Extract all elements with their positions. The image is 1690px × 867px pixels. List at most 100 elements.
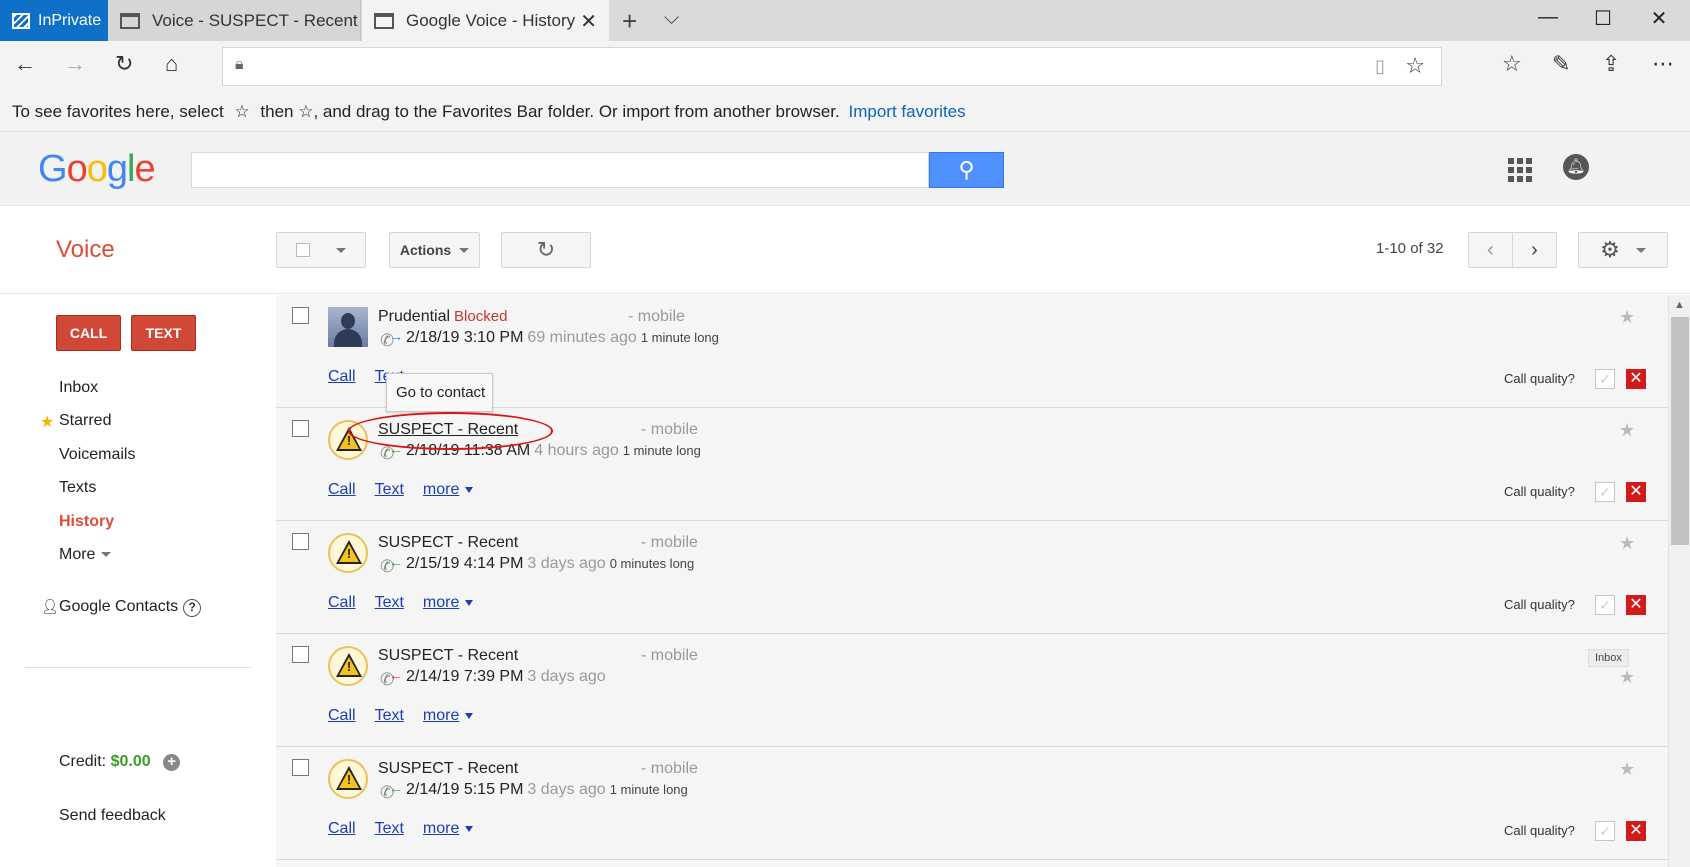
more-caret-icon[interactable] (465, 486, 474, 493)
address-bar[interactable]: 🔒︎ ▯ ☆ (222, 47, 1442, 86)
text-link[interactable]: Text (375, 594, 404, 611)
row-checkbox[interactable] (292, 420, 309, 437)
text-link[interactable]: Text (375, 707, 404, 724)
help-icon[interactable]: ? (183, 599, 202, 617)
import-favorites-link[interactable]: Import favorites (848, 102, 965, 121)
star-icon[interactable]: ★ (1619, 667, 1635, 688)
select-all-button[interactable] (276, 232, 366, 268)
maximize-icon[interactable]: ☐ (1578, 6, 1628, 31)
pen-notes-icon[interactable]: ✎ (1552, 51, 1570, 77)
home-icon[interactable]: ⌂ (165, 51, 178, 77)
google-contacts-link[interactable]: Google Contacts? (59, 598, 202, 617)
text-link[interactable]: Text (375, 820, 404, 837)
quality-bad-x-icon[interactable]: ✕ (1626, 821, 1646, 841)
call-received-icon: ✆ ← (380, 441, 403, 463)
forward-arrow-icon[interactable]: → (64, 51, 86, 77)
list-scrollbar[interactable]: ▲ (1668, 295, 1690, 867)
search-button[interactable]: ⚲ (929, 152, 1004, 188)
more-link[interactable]: more (423, 820, 459, 837)
list-item[interactable]: ! SUSPECT - Recent - mobile ✆ ← 2/14/19 7… (276, 634, 1668, 747)
star-icon[interactable]: ★ (1619, 307, 1635, 328)
call-link[interactable]: Call (328, 481, 356, 498)
new-tab-icon[interactable]: + (622, 6, 637, 37)
call-link[interactable]: Call (328, 594, 356, 611)
quality-good-check-icon[interactable]: ✓ (1595, 482, 1615, 502)
call-link[interactable]: Call (328, 368, 356, 385)
next-page-button[interactable]: › (1512, 232, 1557, 268)
text-link[interactable]: Text (375, 481, 404, 498)
more-caret-icon[interactable] (465, 599, 474, 606)
scroll-up-icon[interactable]: ▲ (1674, 299, 1685, 311)
sidebar-item-texts[interactable]: Texts (59, 479, 96, 497)
back-arrow-icon[interactable]: ← (14, 51, 36, 77)
tab-voice-suspect[interactable]: Voice - SUSPECT - Recent (108, 0, 361, 41)
tab-google-voice-history[interactable]: Google Voice - History ✕ (362, 0, 609, 41)
row-checkbox[interactable] (292, 307, 309, 324)
sidebar-item-inbox[interactable]: Inbox (59, 379, 98, 397)
google-logo[interactable]: Google (38, 148, 156, 191)
contact-name[interactable]: SUSPECT - Recent (378, 647, 518, 665)
contact-name[interactable]: SUSPECT - Recent (378, 534, 518, 552)
pager-count: 1-10 of 32 (1376, 240, 1444, 257)
send-feedback-link[interactable]: Send feedback (59, 807, 166, 825)
contact-name[interactable]: SUSPECT - Recent (378, 760, 518, 778)
more-caret-icon[interactable] (465, 825, 474, 832)
minimize-icon[interactable]: — (1523, 6, 1573, 29)
star-icon[interactable]: ★ (1619, 533, 1635, 554)
warning-avatar-icon[interactable]: ! (328, 759, 368, 799)
notifications-bell-icon[interactable]: 🔔︎ (1563, 154, 1589, 180)
quality-bad-x-icon[interactable]: ✕ (1626, 595, 1646, 615)
voice-title[interactable]: Voice (56, 236, 115, 264)
row-checkbox[interactable] (292, 759, 309, 776)
tab-list-chevron-icon[interactable]: ⌵ (664, 7, 679, 30)
phone-type: - mobile (641, 760, 698, 777)
quality-bad-x-icon[interactable]: ✕ (1626, 369, 1646, 389)
refresh-button[interactable]: ↻ (501, 232, 591, 268)
star-icon[interactable]: ★ (1619, 420, 1635, 441)
add-favorite-star-icon[interactable]: ☆ (1405, 53, 1425, 79)
call-link[interactable]: Call (328, 820, 356, 837)
row-checkbox[interactable] (292, 533, 309, 550)
call-link[interactable]: Call (328, 707, 356, 724)
quality-good-check-icon[interactable]: ✓ (1595, 595, 1615, 615)
favorites-hub-icon[interactable]: ☆ (1502, 51, 1522, 77)
refresh-icon[interactable]: ↻ (115, 51, 133, 77)
row-actions: Call Text more (328, 594, 478, 612)
scrollbar-thumb[interactable] (1671, 317, 1689, 545)
contact-name[interactable]: Prudential Blocked (378, 308, 507, 326)
sidebar-item-more[interactable]: More (59, 546, 112, 564)
warning-avatar-icon[interactable]: ! (328, 533, 368, 573)
select-all-checkbox[interactable] (296, 243, 310, 257)
more-link[interactable]: more (423, 707, 459, 724)
credit-value: $0.00 (110, 753, 151, 770)
sidebar-item-starred[interactable]: Starred (59, 412, 111, 430)
sidebar-item-history[interactable]: History (59, 513, 114, 531)
quality-good-check-icon[interactable]: ✓ (1595, 821, 1615, 841)
more-link[interactable]: more (423, 594, 459, 611)
star-icon[interactable]: ★ (1619, 759, 1635, 780)
share-icon[interactable]: ⇪ (1602, 51, 1620, 77)
avatar[interactable] (328, 307, 368, 347)
prev-page-button[interactable]: ‹ (1468, 232, 1513, 268)
reading-view-icon[interactable]: ▯ (1375, 56, 1385, 77)
warning-avatar-icon[interactable]: ! (328, 646, 368, 686)
more-menu-icon[interactable]: ⋯ (1652, 51, 1674, 77)
settings-button[interactable]: ⚙ (1578, 232, 1668, 268)
tab-close-icon[interactable]: ✕ (580, 9, 597, 34)
more-link[interactable]: more (423, 481, 459, 498)
list-item[interactable]: ! SUSPECT - Recent - mobile ✆ ← 2/15/19 4… (276, 521, 1668, 634)
google-apps-icon[interactable] (1508, 158, 1532, 182)
row-checkbox[interactable] (292, 646, 309, 663)
quality-good-check-icon[interactable]: ✓ (1595, 369, 1615, 389)
search-input[interactable] (191, 152, 929, 188)
call-button[interactable]: CALL (56, 315, 121, 351)
list-item[interactable]: ! SUSPECT - Recent - mobile ✆ ← 2/14/19 5… (276, 747, 1668, 860)
close-window-icon[interactable]: ✕ (1634, 6, 1684, 31)
chevron-down-icon (336, 247, 346, 253)
sidebar-item-voicemails[interactable]: Voicemails (59, 446, 135, 464)
quality-bad-x-icon[interactable]: ✕ (1626, 482, 1646, 502)
actions-button[interactable]: Actions (389, 232, 480, 268)
add-credit-plus-icon[interactable]: + (163, 754, 181, 771)
text-button[interactable]: TEXT (131, 315, 196, 351)
more-caret-icon[interactable] (465, 712, 474, 719)
